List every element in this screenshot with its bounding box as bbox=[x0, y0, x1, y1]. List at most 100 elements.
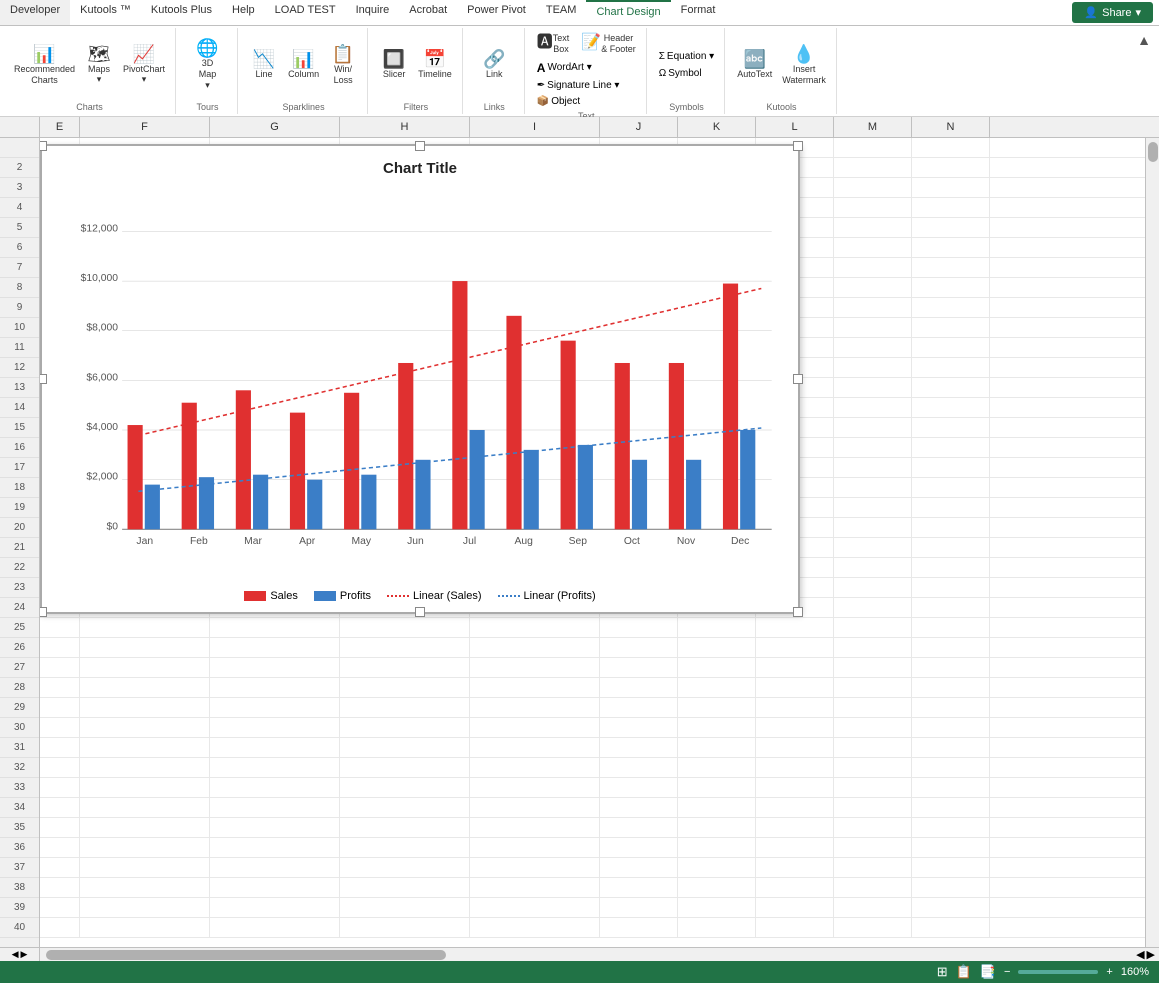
grid-cell[interactable] bbox=[834, 338, 912, 358]
grid-cell[interactable] bbox=[756, 618, 834, 638]
grid-cell[interactable] bbox=[912, 778, 990, 798]
chart-handle-tl[interactable] bbox=[40, 141, 47, 151]
grid-cell[interactable] bbox=[912, 898, 990, 918]
grid-cell[interactable] bbox=[80, 698, 210, 718]
normal-view-icon[interactable]: ⊞ bbox=[937, 964, 948, 980]
grid-cell[interactable] bbox=[912, 758, 990, 778]
grid-cell[interactable] bbox=[678, 778, 756, 798]
chart-handle-bl[interactable] bbox=[40, 607, 47, 617]
grid-cell[interactable] bbox=[80, 618, 210, 638]
grid-cell[interactable] bbox=[600, 678, 678, 698]
grid-cell[interactable] bbox=[912, 258, 990, 278]
grid-cell[interactable] bbox=[912, 418, 990, 438]
grid-cell[interactable] bbox=[210, 618, 340, 638]
grid-cell[interactable] bbox=[912, 298, 990, 318]
chart-handle-ml[interactable] bbox=[40, 374, 47, 384]
grid-cell[interactable] bbox=[912, 678, 990, 698]
grid-cell[interactable] bbox=[80, 838, 210, 858]
chart-container[interactable]: Chart Title $0 $2,000 $4,000 $6,000 $8,0… bbox=[40, 144, 800, 614]
wordart-button[interactable]: A WordArt ▾ bbox=[533, 59, 624, 77]
grid-cell[interactable] bbox=[834, 318, 912, 338]
grid-cell[interactable] bbox=[40, 718, 80, 738]
grid-cell[interactable] bbox=[834, 798, 912, 818]
grid-cell[interactable] bbox=[470, 918, 600, 938]
col-header-J[interactable]: J bbox=[600, 117, 678, 137]
equation-button[interactable]: Σ Equation ▾ bbox=[655, 49, 718, 64]
grid-cell[interactable] bbox=[210, 898, 340, 918]
grid-cell[interactable] bbox=[834, 618, 912, 638]
tab-help[interactable]: Help bbox=[222, 0, 265, 25]
grid-cell[interactable] bbox=[834, 898, 912, 918]
grid-cell[interactable] bbox=[912, 578, 990, 598]
grid-cell[interactable] bbox=[912, 558, 990, 578]
grid-cell[interactable] bbox=[756, 818, 834, 838]
grid-cell[interactable] bbox=[912, 378, 990, 398]
grid-cell[interactable] bbox=[340, 718, 470, 738]
grid-cell[interactable] bbox=[678, 658, 756, 678]
grid-cell[interactable] bbox=[834, 198, 912, 218]
grid-cell[interactable] bbox=[600, 798, 678, 818]
sheet-nav[interactable]: ◀ ▶ bbox=[0, 948, 40, 961]
share-button[interactable]: 👤 Share ▾ bbox=[1072, 2, 1153, 23]
grid-cell[interactable] bbox=[40, 738, 80, 758]
autotext-button[interactable]: 🔤 AutoText bbox=[733, 48, 776, 82]
col-header-G[interactable]: G bbox=[210, 117, 340, 137]
grid-cell[interactable] bbox=[912, 638, 990, 658]
grid-cell[interactable] bbox=[80, 718, 210, 738]
grid-cell[interactable] bbox=[912, 738, 990, 758]
grid-cell[interactable] bbox=[912, 698, 990, 718]
col-header-F[interactable]: F bbox=[80, 117, 210, 137]
grid-cell[interactable] bbox=[834, 518, 912, 538]
grid-cell[interactable] bbox=[834, 918, 912, 938]
col-header-H[interactable]: H bbox=[340, 117, 470, 137]
grid-cell[interactable] bbox=[470, 718, 600, 738]
grid-cell[interactable] bbox=[600, 758, 678, 778]
grid-cell[interactable] bbox=[470, 758, 600, 778]
grid-cell[interactable] bbox=[834, 738, 912, 758]
grid-cell[interactable] bbox=[210, 778, 340, 798]
grid-cell[interactable] bbox=[340, 658, 470, 678]
grid-cell[interactable] bbox=[912, 838, 990, 858]
grid-cell[interactable] bbox=[210, 698, 340, 718]
timeline-button[interactable]: 📅 Timeline bbox=[414, 48, 456, 82]
3dmap-button[interactable]: 🌐 3DMap ▾ bbox=[190, 37, 226, 93]
object-button[interactable]: 📦 Object bbox=[533, 94, 624, 109]
col-header-K[interactable]: K bbox=[678, 117, 756, 137]
grid-cell[interactable] bbox=[600, 838, 678, 858]
grid-cell[interactable] bbox=[912, 598, 990, 618]
grid-cell[interactable] bbox=[834, 138, 912, 158]
grid-cell[interactable] bbox=[340, 638, 470, 658]
grid-cell[interactable] bbox=[834, 558, 912, 578]
grid-cell[interactable] bbox=[80, 738, 210, 758]
grid-cell[interactable] bbox=[756, 698, 834, 718]
header-footer-button[interactable]: 📝 Header& Footer bbox=[577, 30, 639, 57]
grid-cell[interactable] bbox=[912, 338, 990, 358]
tab-kutools[interactable]: Kutools ™ bbox=[70, 0, 141, 25]
grid-cell[interactable] bbox=[600, 858, 678, 878]
grid-cell[interactable] bbox=[470, 838, 600, 858]
grid-cell[interactable] bbox=[834, 578, 912, 598]
grid-cell[interactable] bbox=[834, 838, 912, 858]
grid-cell[interactable] bbox=[210, 838, 340, 858]
grid-cell[interactable] bbox=[912, 318, 990, 338]
grid-cell[interactable] bbox=[340, 878, 470, 898]
link-button[interactable]: 🔗 Link bbox=[476, 48, 512, 82]
grid-cell[interactable] bbox=[210, 718, 340, 738]
grid-cell[interactable] bbox=[600, 738, 678, 758]
grid-cell[interactable] bbox=[600, 818, 678, 838]
col-header-L[interactable]: L bbox=[756, 117, 834, 137]
line-sparkline-button[interactable]: 📉 Line bbox=[246, 48, 282, 82]
grid-cell[interactable] bbox=[912, 458, 990, 478]
tab-team[interactable]: TEAM bbox=[536, 0, 587, 25]
slicer-button[interactable]: 🔲 Slicer bbox=[376, 48, 412, 82]
scroll-arrows[interactable]: ◀ ▶ bbox=[1132, 948, 1159, 961]
grid-cell[interactable] bbox=[40, 618, 80, 638]
grid-cell[interactable] bbox=[756, 798, 834, 818]
grid-cell[interactable] bbox=[912, 158, 990, 178]
chart-handle-mr[interactable] bbox=[793, 374, 803, 384]
grid-cell[interactable] bbox=[210, 918, 340, 938]
grid-cell[interactable] bbox=[678, 618, 756, 638]
zoom-minus[interactable]: − bbox=[1004, 966, 1010, 978]
grid-cell[interactable] bbox=[80, 858, 210, 878]
grid-cell[interactable] bbox=[40, 798, 80, 818]
